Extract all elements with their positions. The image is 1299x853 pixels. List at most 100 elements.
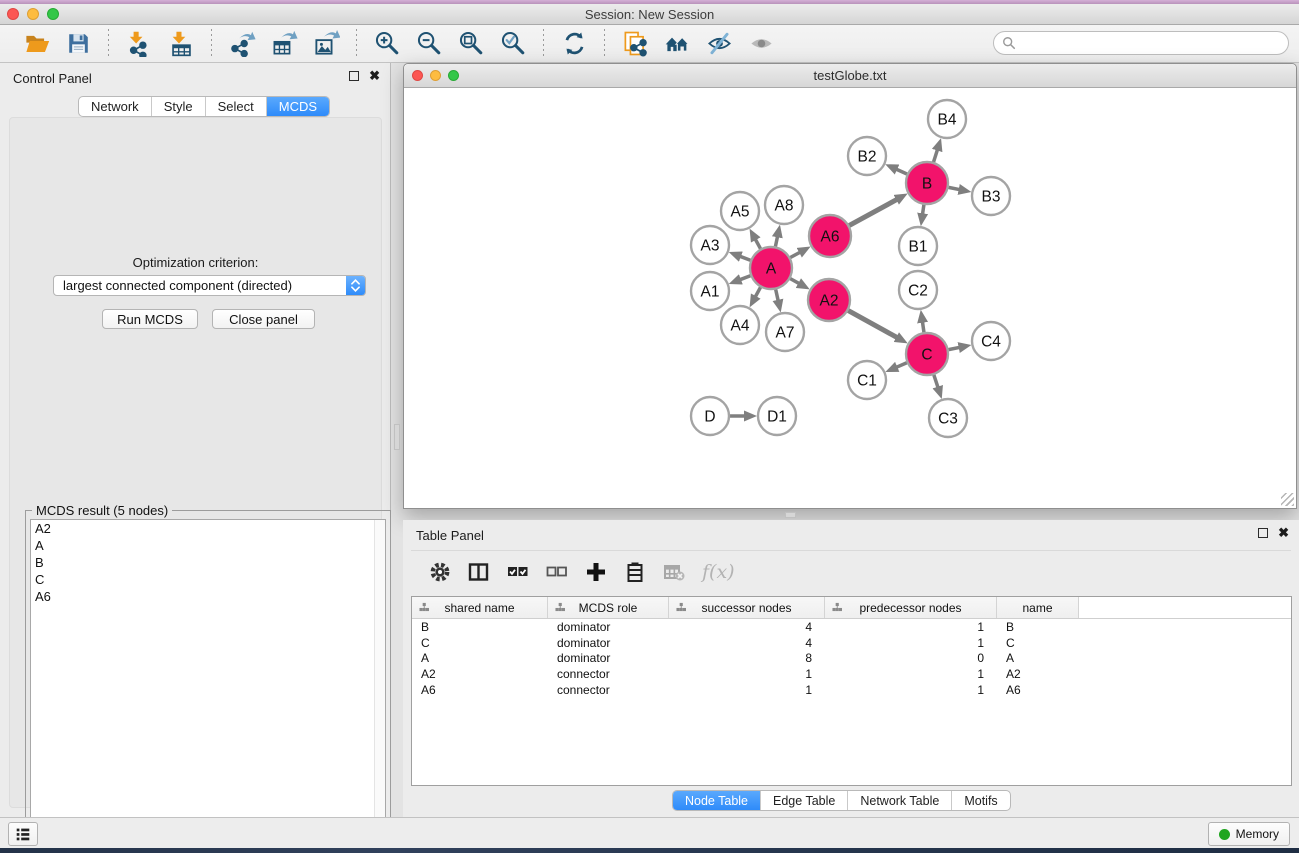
mcds-result-item[interactable]: A2 xyxy=(31,520,385,537)
cell-shared-name[interactable]: B xyxy=(412,620,548,634)
cell-successor-nodes[interactable]: 1 xyxy=(669,667,825,681)
cell-MCDS-role[interactable]: connector xyxy=(548,683,669,697)
tab-mcds[interactable]: MCDS xyxy=(267,97,329,116)
cell-MCDS-role[interactable]: dominator xyxy=(548,636,669,650)
node-A8[interactable]: A8 xyxy=(765,186,803,224)
node-B3[interactable]: B3 xyxy=(972,177,1010,215)
tab-edge-table[interactable]: Edge Table xyxy=(761,791,848,810)
table-row[interactable]: A2connector11A2 xyxy=(412,666,1291,682)
cell-successor-nodes[interactable]: 1 xyxy=(669,683,825,697)
mcds-result-item[interactable]: C xyxy=(31,571,385,588)
mcds-result-item[interactable]: B xyxy=(31,554,385,571)
edge-A-A6[interactable] xyxy=(790,252,801,258)
ndex-home-button[interactable] xyxy=(659,28,695,60)
column-header-shared-name[interactable]: shared name xyxy=(412,597,548,618)
cell-successor-nodes[interactable]: 4 xyxy=(669,620,825,634)
node-A[interactable]: A xyxy=(750,247,792,289)
show-graphics-button[interactable] xyxy=(743,28,779,60)
search-input[interactable] xyxy=(1020,34,1288,52)
edge-A-A5[interactable] xyxy=(755,238,761,248)
function-builder-button[interactable]: f(x) xyxy=(702,561,735,583)
cell-successor-nodes[interactable]: 8 xyxy=(669,651,825,665)
cell-shared-name[interactable]: A2 xyxy=(412,667,548,681)
open-file-button[interactable] xyxy=(18,28,54,60)
cell-MCDS-role[interactable]: dominator xyxy=(548,620,669,634)
edge-C-C3[interactable] xyxy=(934,375,938,389)
table-row[interactable]: A6connector11A6 xyxy=(412,682,1291,698)
select-all-columns-button[interactable] xyxy=(507,561,529,583)
export-image-button[interactable] xyxy=(308,28,344,60)
float-panel-icon[interactable] xyxy=(349,71,359,81)
node-C4[interactable]: C4 xyxy=(972,322,1010,360)
table-row[interactable]: Cdominator41C xyxy=(412,635,1291,651)
node-A7[interactable]: A7 xyxy=(766,313,804,351)
tab-style[interactable]: Style xyxy=(152,97,206,116)
pane-divider-handle[interactable] xyxy=(785,512,796,518)
memory-button[interactable]: Memory xyxy=(1208,822,1290,846)
node-C1[interactable]: C1 xyxy=(848,361,886,399)
window-resize-grip[interactable] xyxy=(1281,493,1294,506)
node-C3[interactable]: C3 xyxy=(929,399,967,437)
pane-divider-handle[interactable] xyxy=(394,424,400,450)
column-header-MCDS-role[interactable]: MCDS role xyxy=(548,597,669,618)
run-mcds-button[interactable]: Run MCDS xyxy=(102,309,198,329)
node-C2[interactable]: C2 xyxy=(899,271,937,309)
cell-name[interactable]: A xyxy=(997,651,1079,665)
cell-predecessor-nodes[interactable]: 0 xyxy=(825,651,997,665)
node-A4[interactable]: A4 xyxy=(721,306,759,344)
zoom-in-button[interactable] xyxy=(369,28,405,60)
tab-node-table[interactable]: Node Table xyxy=(673,791,761,810)
float-panel-icon[interactable] xyxy=(1258,528,1268,538)
node-D1[interactable]: D1 xyxy=(758,397,796,435)
refresh-layout-button[interactable] xyxy=(556,28,592,60)
cell-predecessor-nodes[interactable]: 1 xyxy=(825,620,997,634)
export-network-button[interactable] xyxy=(224,28,260,60)
table-settings-button[interactable] xyxy=(429,561,451,583)
column-browser-button[interactable] xyxy=(468,561,490,583)
edge-A-A2[interactable] xyxy=(790,279,800,284)
zoom-out-button[interactable] xyxy=(411,28,447,60)
mcds-result-item[interactable]: A6 xyxy=(31,588,385,605)
node-D[interactable]: D xyxy=(691,397,729,435)
close-panel-icon[interactable]: ✖ xyxy=(1278,528,1289,538)
node-A1[interactable]: A1 xyxy=(691,272,729,310)
import-table-button[interactable] xyxy=(163,28,199,60)
list-scrollbar[interactable] xyxy=(374,520,385,846)
mcds-result-list[interactable]: A2ABCA6 xyxy=(30,519,386,847)
tab-select[interactable]: Select xyxy=(206,97,267,116)
optimization-criterion-select[interactable]: largest connected component (directed) xyxy=(53,275,366,296)
unselect-all-columns-button[interactable] xyxy=(546,561,568,583)
edge-A-A7[interactable] xyxy=(776,289,779,301)
zoom-selected-button[interactable] xyxy=(495,28,531,60)
node-A2[interactable]: A2 xyxy=(808,279,850,321)
cell-predecessor-nodes[interactable]: 1 xyxy=(825,636,997,650)
node-B4[interactable]: B4 xyxy=(928,100,966,138)
cell-shared-name[interactable]: C xyxy=(412,636,548,650)
column-header-name[interactable]: name xyxy=(997,597,1079,618)
cell-shared-name[interactable]: A xyxy=(412,651,548,665)
delete-column-button[interactable] xyxy=(624,561,646,583)
close-panel-icon[interactable]: ✖ xyxy=(369,71,380,81)
close-panel-button[interactable]: Close panel xyxy=(212,309,315,329)
search-field[interactable] xyxy=(993,31,1289,55)
table-row[interactable]: Adominator80A xyxy=(412,650,1291,666)
network-graph[interactable]: B4B2BB3A5A8A6A3B1AA1C2A2A4A7C4CC1C3DD1 xyxy=(405,88,1295,508)
node-C[interactable]: C xyxy=(906,333,948,375)
hide-graphics-button[interactable] xyxy=(701,28,737,60)
add-column-button[interactable] xyxy=(585,561,607,583)
cell-predecessor-nodes[interactable]: 1 xyxy=(825,667,997,681)
edge-A6-B[interactable] xyxy=(849,199,898,226)
cell-successor-nodes[interactable]: 4 xyxy=(669,636,825,650)
column-header-predecessor-nodes[interactable]: predecessor nodes xyxy=(825,597,997,618)
zoom-fit-button[interactable] xyxy=(453,28,489,60)
network-file-button[interactable] xyxy=(617,28,653,60)
cell-name[interactable]: A6 xyxy=(997,683,1079,697)
cell-name[interactable]: B xyxy=(997,620,1079,634)
import-network-button[interactable] xyxy=(121,28,157,60)
edge-A-A4[interactable] xyxy=(755,287,761,297)
table-row[interactable]: Bdominator41B xyxy=(412,619,1291,635)
cell-predecessor-nodes[interactable]: 1 xyxy=(825,683,997,697)
network-canvas[interactable]: B4B2BB3A5A8A6A3B1AA1C2A2A4A7C4CC1C3DD1 xyxy=(405,88,1295,508)
tab-network-table[interactable]: Network Table xyxy=(848,791,952,810)
cell-name[interactable]: C xyxy=(997,636,1079,650)
